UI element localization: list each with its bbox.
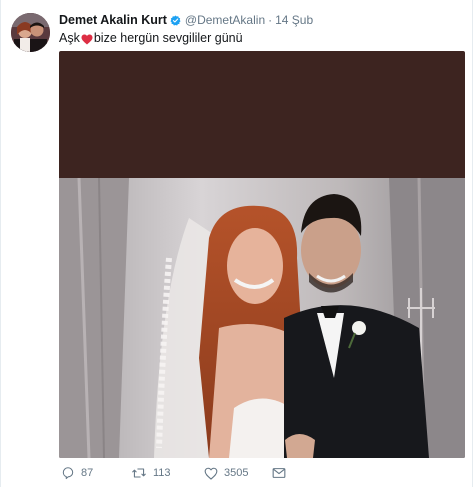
tweet-media[interactable]: [59, 51, 465, 458]
tweet-actions: 87 113 3505: [61, 465, 286, 481]
reply-button[interactable]: 87: [61, 466, 131, 480]
tweet-header: Demet Akalin Kurt @DemetAkalin · 14 Şub: [59, 11, 462, 29]
red-heart-emoji-icon: [81, 33, 93, 44]
retweet-button[interactable]: 113: [131, 466, 204, 480]
author-name[interactable]: Demet Akalin Kurt: [59, 13, 167, 27]
wedding-photo[interactable]: [59, 178, 465, 458]
tweet-text-before: Aşk: [59, 31, 80, 45]
retweet-icon: [131, 466, 147, 480]
header-separator: ·: [268, 13, 273, 27]
retweet-count: 113: [153, 467, 171, 479]
author-handle[interactable]: @DemetAkalin: [185, 13, 265, 27]
direct-message-icon: [272, 467, 286, 479]
reply-count: 87: [81, 467, 94, 479]
like-count: 3505: [224, 467, 249, 479]
reply-icon: [61, 466, 75, 480]
tweet-text-after: bize hergün sevgililer günü: [93, 31, 243, 45]
heart-outline-icon: [204, 467, 218, 480]
tweet-card[interactable]: Demet Akalin Kurt @DemetAkalin · 14 Şub …: [0, 0, 473, 487]
verified-badge-icon: [170, 14, 181, 26]
tweet-text: Aşk bize hergün sevgililer günü: [59, 30, 462, 46]
direct-message-button[interactable]: [272, 467, 286, 479]
author-avatar[interactable]: [11, 13, 50, 52]
tweet-date[interactable]: 14 Şub: [275, 13, 313, 27]
like-button[interactable]: 3505: [204, 467, 272, 480]
